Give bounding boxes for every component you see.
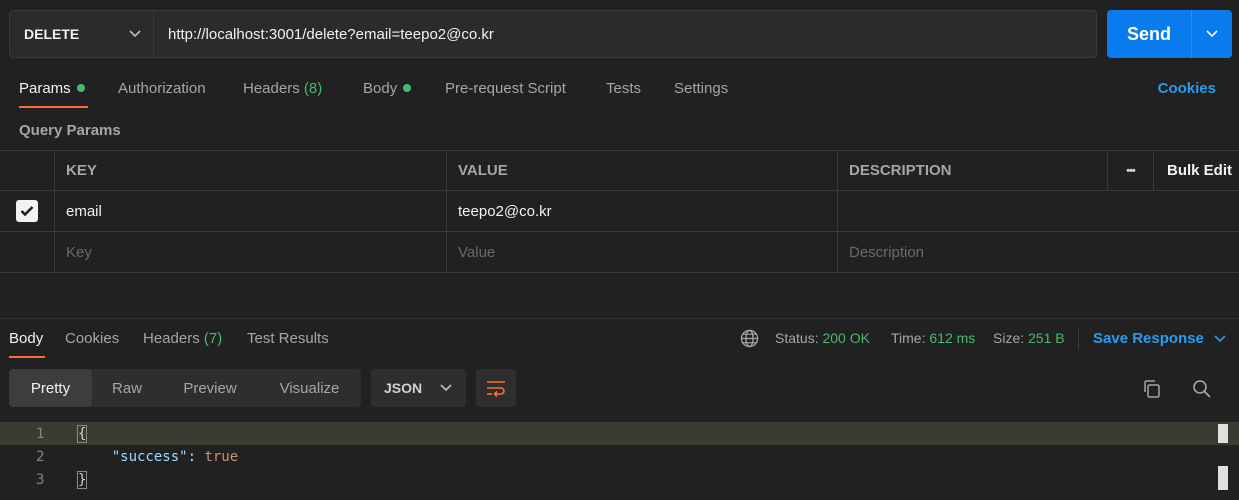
chevron-down-icon — [440, 384, 452, 392]
url-input[interactable] — [154, 11, 1096, 57]
method-select[interactable]: DELETE — [10, 11, 154, 57]
column-description-header: DESCRIPTION — [837, 151, 1107, 190]
status-value: 200 OK — [822, 330, 870, 346]
wrap-lines-button[interactable] — [476, 369, 516, 407]
table-row: email teepo2@co.kr — [0, 191, 1239, 232]
line-number: 3 — [36, 471, 45, 488]
code-line: 2 "success": true — [0, 445, 1239, 468]
response-divider — [0, 318, 1239, 319]
request-tabs: Params Authorization Headers (8) Body Pr… — [0, 72, 1239, 110]
time-value: 612 ms — [929, 330, 976, 346]
globe-icon[interactable] — [740, 329, 759, 351]
tab-response-cookies[interactable]: Cookies — [65, 330, 119, 347]
tab-response-body[interactable]: Body — [9, 330, 43, 347]
column-value-header: VALUE — [446, 151, 837, 190]
tab-params-label: Params — [19, 80, 71, 97]
send-options-button[interactable] — [1191, 10, 1232, 58]
status-divider — [1078, 328, 1079, 350]
description-placeholder-input[interactable]: Description — [837, 232, 1107, 272]
chevron-down-icon — [129, 30, 141, 38]
query-params-title: Query Params — [19, 122, 121, 139]
send-button[interactable]: Send — [1107, 10, 1191, 58]
body-indicator-dot — [403, 84, 412, 92]
send-button-group: Send — [1107, 10, 1232, 58]
json-colon: : — [187, 448, 205, 465]
format-select[interactable]: JSON — [371, 369, 466, 407]
tab-test-results[interactable]: Test Results — [247, 330, 329, 347]
wrap-lines-icon — [487, 381, 505, 397]
scrollbar-marker[interactable] — [1218, 424, 1228, 443]
column-key-header: KEY — [54, 151, 446, 190]
response-time[interactable]: Time: 612 ms — [891, 330, 975, 346]
headers-count: (8) — [303, 80, 323, 97]
table-row-empty: Key Value Description — [0, 232, 1239, 273]
save-response-button[interactable]: Save Response — [1093, 330, 1226, 347]
response-tab-underline — [9, 356, 45, 358]
method-label: DELETE — [24, 26, 80, 42]
view-raw-button[interactable]: Raw — [92, 369, 162, 407]
format-label: JSON — [384, 380, 423, 396]
time-label: Time: — [891, 330, 926, 346]
tab-params[interactable]: Params — [19, 80, 85, 97]
cookies-link[interactable]: Cookies — [1158, 80, 1216, 97]
tab-tests[interactable]: Tests — [606, 80, 641, 97]
header-checkbox-cell — [0, 151, 54, 190]
params-indicator-dot — [76, 84, 85, 92]
bulk-edit-button[interactable]: Bulk Edit — [1153, 151, 1239, 190]
search-icon[interactable] — [1191, 378, 1213, 400]
json-value: true — [204, 448, 239, 465]
code-text: { — [76, 424, 88, 443]
tab-body[interactable]: Body — [363, 80, 412, 97]
checkmark-icon — [20, 206, 34, 217]
table-header-row: KEY VALUE DESCRIPTION ••• Bulk Edit — [0, 150, 1239, 191]
response-status: Status: 200 OK — [775, 330, 870, 346]
response-body-editor[interactable]: 1 { 2 "success": true 3 } — [0, 422, 1239, 500]
param-value-cell[interactable]: teepo2@co.kr — [446, 191, 837, 231]
row-checkbox-cell — [0, 191, 54, 231]
tab-authorization[interactable]: Authorization — [118, 80, 206, 97]
close-brace: } — [76, 470, 88, 489]
tab-headers[interactable]: Headers (8) — [243, 80, 322, 97]
request-url-bar: DELETE — [9, 10, 1097, 58]
view-mode-group: Pretty Raw Preview Visualize — [9, 369, 361, 407]
response-size[interactable]: Size: 251 B — [993, 330, 1065, 346]
copy-icon[interactable] — [1141, 378, 1163, 400]
size-value: 251 B — [1028, 330, 1065, 346]
tab-headers-label: Headers — [243, 80, 300, 97]
param-description-cell[interactable] — [837, 191, 1107, 231]
tab-prerequest-script[interactable]: Pre-request Script — [445, 80, 566, 97]
row-checkbox[interactable] — [16, 200, 38, 222]
more-options-button[interactable]: ••• — [1107, 151, 1153, 190]
code-line: 1 { — [0, 422, 1239, 445]
view-preview-button[interactable]: Preview — [162, 369, 258, 407]
tab-body-label: Body — [363, 80, 398, 97]
open-brace: { — [76, 424, 88, 443]
tab-response-headers[interactable]: Headers (7) — [143, 330, 222, 347]
status-label: Status: — [775, 330, 819, 346]
key-placeholder-input[interactable]: Key — [54, 232, 446, 272]
chevron-down-icon — [1214, 334, 1226, 342]
code-line: 3 } — [0, 468, 1239, 491]
save-response-label: Save Response — [1093, 330, 1204, 347]
response-headers-count: (7) — [203, 330, 223, 347]
json-key: "success" — [111, 448, 188, 465]
empty-checkbox-cell — [0, 232, 54, 272]
view-pretty-button[interactable]: Pretty — [9, 369, 92, 407]
query-params-table: KEY VALUE DESCRIPTION ••• Bulk Edit emai… — [0, 150, 1239, 273]
tab-settings[interactable]: Settings — [674, 80, 728, 97]
active-tab-underline — [19, 106, 88, 108]
value-placeholder-input[interactable]: Value — [446, 232, 837, 272]
line-number: 1 — [36, 425, 45, 442]
param-key-cell[interactable]: email — [54, 191, 446, 231]
scrollbar-thumb[interactable] — [1218, 466, 1228, 490]
code-text: } — [76, 470, 88, 489]
chevron-down-icon — [1206, 30, 1218, 38]
view-visualize-button[interactable]: Visualize — [258, 369, 361, 407]
line-number: 2 — [36, 448, 45, 465]
code-text: "success": true — [78, 449, 238, 465]
tab-response-headers-label: Headers — [143, 330, 200, 347]
size-label: Size: — [993, 330, 1025, 346]
